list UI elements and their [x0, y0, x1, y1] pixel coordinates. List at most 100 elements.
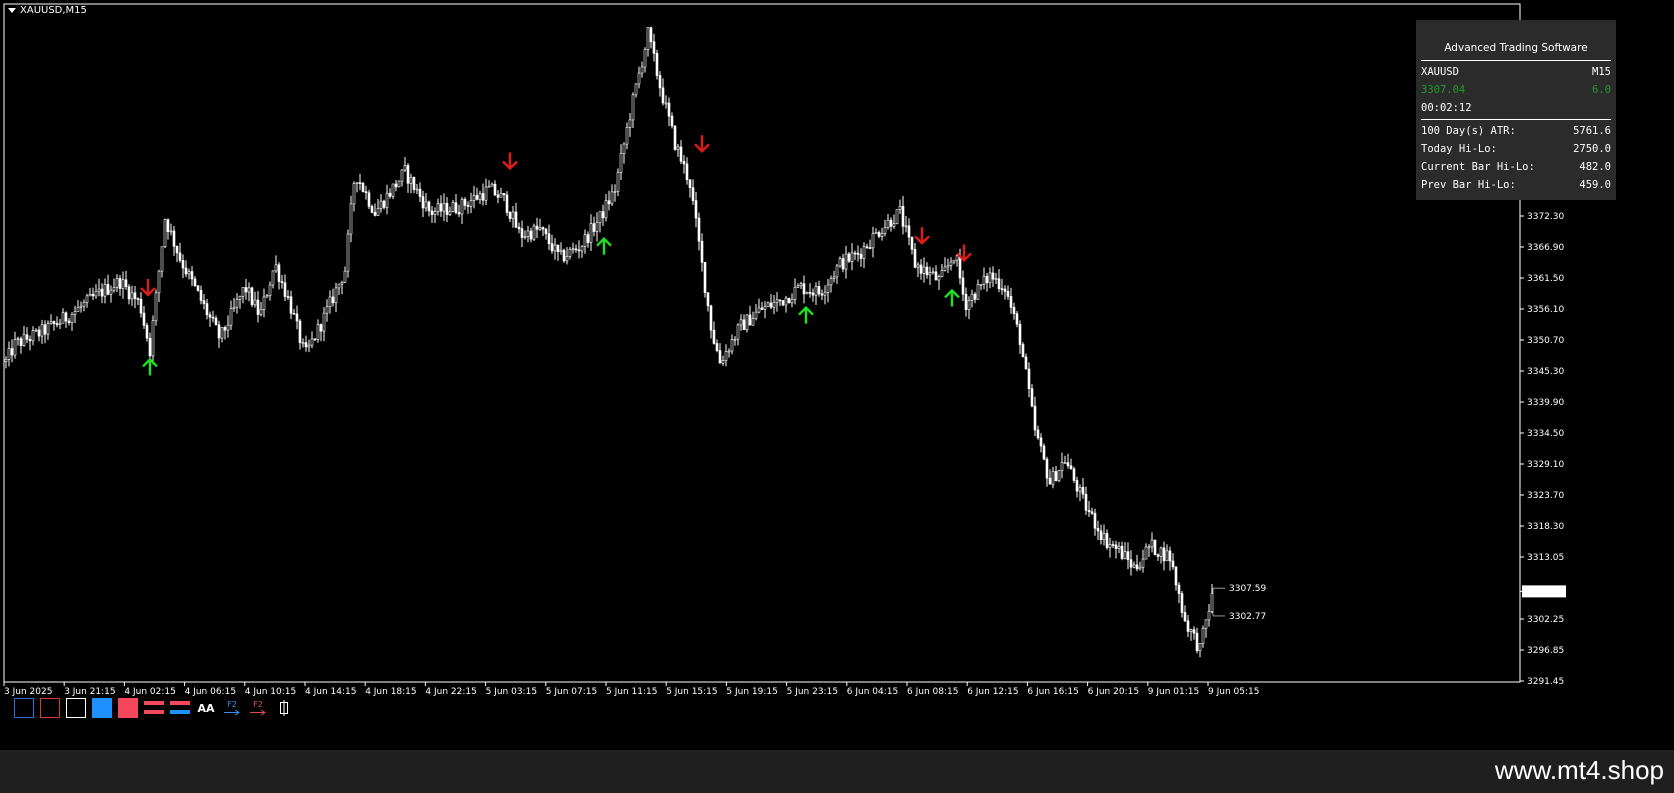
x-tick-label: 9 Jun 01:15: [1148, 687, 1199, 697]
candle-body: [175, 246, 179, 254]
candle-body: [721, 360, 725, 364]
candle-body: [208, 314, 212, 318]
candle-body: [751, 318, 755, 326]
candle-body: [979, 283, 983, 286]
x-tick-label: 4 Jun 22:15: [425, 687, 476, 697]
candle-body: [109, 289, 113, 295]
red-outline-rectangle-button[interactable]: [40, 698, 60, 718]
candle-body: [1201, 627, 1205, 644]
candle-body: [388, 192, 392, 197]
x-tick-label: 4 Jun 10:15: [245, 687, 296, 697]
red-filled-rectangle-button[interactable]: [118, 698, 138, 718]
y-tick-label: 3345.30: [1527, 367, 1564, 377]
candle-body: [637, 72, 641, 85]
candle-body: [145, 324, 149, 339]
candle-body: [271, 270, 275, 286]
info-symbol: XAUUSD: [1421, 66, 1459, 78]
candle-body: [496, 194, 500, 198]
candle-body: [292, 313, 296, 315]
candle-body: [412, 177, 416, 190]
y-tick-label: 3323.70: [1527, 491, 1564, 501]
candle-body: [214, 317, 218, 326]
candle-body: [118, 278, 122, 289]
candle-body: [1171, 560, 1175, 568]
candle-body: [1147, 546, 1151, 549]
candle-body: [997, 278, 1001, 289]
candle-body: [814, 286, 818, 296]
candle-body: [70, 314, 74, 323]
candle-body: [250, 287, 254, 306]
candle-body: [439, 203, 443, 212]
buy-arrow-icon: [142, 357, 158, 376]
site-link[interactable]: www.mt4.shop: [1495, 755, 1664, 786]
candle-body: [340, 281, 344, 285]
candle-body: [304, 342, 308, 348]
white-outline-rectangle-button[interactable]: [66, 698, 86, 718]
candle-body: [607, 200, 611, 205]
candle-body: [247, 287, 251, 293]
candle-body: [811, 292, 815, 296]
candle-body: [634, 83, 638, 96]
candle-body: [952, 259, 956, 263]
candle-body: [16, 338, 20, 340]
candle-body: [850, 252, 854, 262]
candle-body: [871, 233, 875, 249]
symbol-title[interactable]: XAUUSD,M15: [8, 5, 87, 16]
candle-body: [451, 202, 455, 212]
candle-body: [226, 324, 230, 331]
blue-red-lines-button[interactable]: [170, 698, 190, 718]
candle-tool-button[interactable]: [274, 698, 294, 718]
candle-body: [982, 275, 986, 285]
candle-body: [262, 296, 266, 310]
text-size-button[interactable]: AA: [196, 698, 216, 718]
candle-body: [406, 165, 410, 184]
candle-body: [826, 284, 830, 293]
candle-body: [541, 227, 545, 230]
candle-body: [190, 271, 194, 280]
candle-body: [1063, 462, 1067, 464]
sell-arrow-icon: [140, 278, 156, 297]
candle-body: [322, 312, 326, 332]
candle-body: [361, 183, 365, 192]
candle-body: [1024, 356, 1028, 370]
f2-red-arrow-button[interactable]: F2: [248, 698, 268, 718]
blue-filled-rectangle-button[interactable]: [92, 698, 112, 718]
candle-body: [52, 321, 56, 324]
candle-body: [928, 272, 932, 276]
candle-body: [922, 266, 926, 274]
candle-body: [667, 102, 671, 117]
text-size-label: AA: [197, 701, 215, 715]
candle-body: [1156, 554, 1160, 557]
candle-body: [1042, 445, 1046, 460]
candle-body: [1027, 368, 1031, 389]
candle-body: [559, 249, 563, 253]
chart-window[interactable]: 3307.59 3302.77 3404.703399.453393.903388…: [0, 0, 1674, 750]
candle-body: [907, 225, 911, 238]
blue-outline-rectangle-button[interactable]: [14, 698, 34, 718]
candle-body: [745, 314, 749, 330]
candle-body: [733, 338, 737, 341]
candle-body: [382, 200, 386, 208]
sell-arrow-icon: [502, 152, 518, 171]
candle-body: [829, 278, 833, 286]
candle-body: [655, 53, 659, 76]
x-tick-label: 4 Jun 06:15: [185, 687, 236, 697]
candle-body: [622, 143, 626, 154]
candle-body: [712, 329, 716, 344]
candle-body: [277, 264, 281, 282]
candle-body: [1150, 539, 1154, 548]
axes-layer: 3404.703399.453393.903388.503383.103377.…: [3, 3, 1566, 697]
red-lines-button[interactable]: [144, 698, 164, 718]
candle-body: [910, 236, 914, 250]
candle-body: [1108, 544, 1112, 548]
dropdown-triangle-icon[interactable]: [8, 8, 16, 13]
y-tick-label: 3334.50: [1527, 429, 1564, 439]
candle-body: [403, 165, 407, 171]
f2-blue-arrow-button[interactable]: F2: [222, 698, 242, 718]
candle-body: [1195, 632, 1199, 652]
candle-body: [1093, 512, 1097, 529]
candle-body: [760, 307, 764, 310]
info-price: 3307.04: [1421, 84, 1466, 96]
candle-body: [1003, 288, 1007, 292]
candle-body: [1207, 611, 1211, 621]
